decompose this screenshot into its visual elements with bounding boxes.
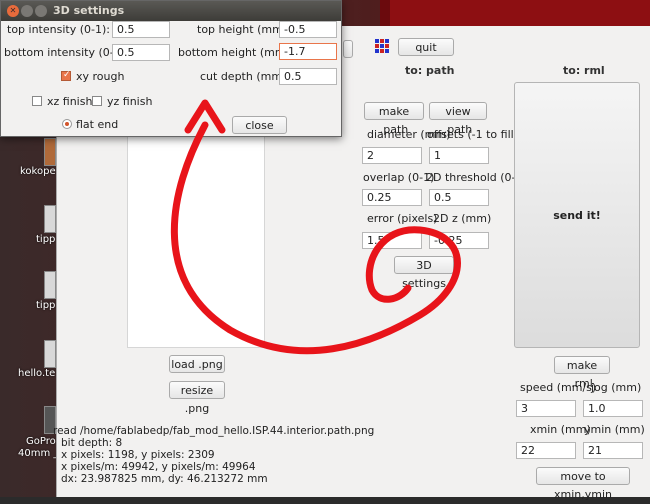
annotation-arrow-overlay xyxy=(170,99,461,355)
annotation-arrow-curve xyxy=(170,121,461,355)
